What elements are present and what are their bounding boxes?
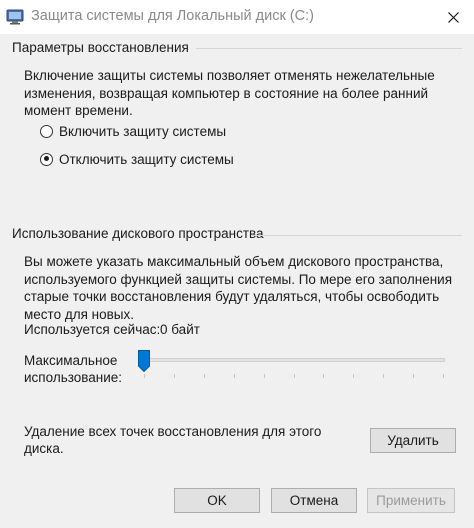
enable-protection-label: Включить защиту системы: [59, 123, 227, 139]
delete-description-line1: Удаление всех точек восстановления для э…: [24, 424, 322, 439]
max-usage-slider-track[interactable]: [143, 358, 445, 362]
slider-tick: [203, 374, 205, 378]
disk-usage-description: Вы можете указать максимальный объем дис…: [24, 254, 453, 322]
disk-usage-heading: Использование дискового пространства: [12, 226, 264, 241]
slider-tick: [293, 374, 295, 378]
slider-tick: [263, 374, 265, 378]
cancel-button[interactable]: Отмена: [271, 488, 357, 513]
current-usage-value: 0 байт: [160, 322, 200, 337]
system-protection-icon: [6, 9, 24, 25]
disk-usage-divider: [252, 235, 462, 236]
disable-protection-radio[interactable]: [40, 152, 53, 166]
restore-settings-heading: Параметры восстановления: [12, 40, 189, 55]
max-usage-label-line1: Максимальное: [24, 353, 118, 368]
close-icon: [447, 11, 459, 23]
slider-tick: [173, 374, 175, 378]
disable-protection-label: Отключить защиту системы: [59, 151, 234, 167]
current-usage-label: Используется сейчас:: [24, 322, 161, 337]
max-usage-slider-thumb[interactable]: [138, 350, 150, 372]
apply-button[interactable]: Применить: [367, 488, 455, 513]
radio-selected-dot: [43, 156, 49, 161]
slider-tick: [443, 374, 444, 378]
delete-button[interactable]: Удалить: [370, 428, 456, 453]
window-title: Защита системы для Локальный диск (C:): [31, 8, 315, 24]
ok-button[interactable]: OK: [174, 488, 260, 513]
restore-description: Включение защиты системы позволяет отмен…: [24, 68, 435, 118]
close-button[interactable]: [438, 4, 468, 30]
enable-protection-option[interactable]: Включить защиту системы: [40, 121, 226, 141]
max-usage-label-line2: использование:: [24, 370, 123, 385]
slider-tick: [233, 374, 235, 378]
slider-tick: [323, 374, 325, 378]
slider-tick: [353, 374, 355, 378]
slider-tick: [144, 374, 145, 378]
slider-tick: [383, 374, 385, 378]
restore-settings-divider: [196, 48, 462, 49]
enable-protection-radio[interactable]: [40, 124, 53, 138]
slider-tick: [413, 374, 415, 378]
delete-description-line2: диска.: [24, 441, 64, 456]
disable-protection-option[interactable]: Отключить защиту системы: [40, 149, 234, 169]
title-bar: Защита системы для Локальный диск (C:): [0, 0, 474, 34]
